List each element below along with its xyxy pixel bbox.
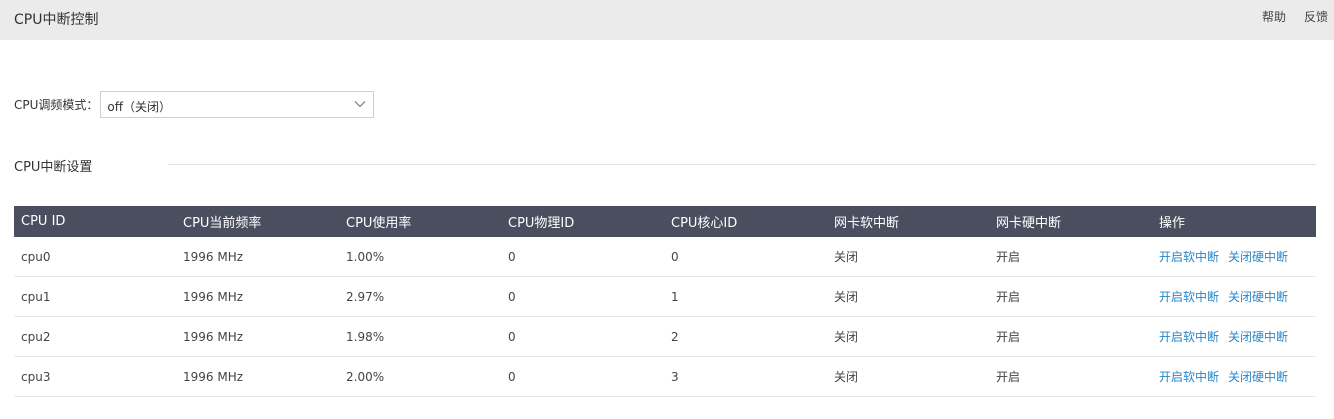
disable-hard-irq-link[interactable]: 关闭硬中断 — [1228, 290, 1288, 304]
frequency-cell: 1996 MHz — [176, 237, 339, 277]
actions-cell: 开启软中断 关闭硬中断 — [1152, 316, 1316, 357]
cpu-id-cell: cpu0 — [14, 237, 176, 277]
top-bar: CPU中断控制 帮助 反馈 — [0, 0, 1334, 40]
column-header: CPU核心ID — [664, 206, 827, 237]
frequency-cell: 1996 MHz — [176, 276, 339, 317]
core-id-cell: 2 — [664, 316, 827, 357]
table-header-row: CPU ID CPU当前频率 CPU使用率 CPU物理ID CPU核心ID 网卡… — [14, 206, 1316, 237]
cpu-id-cell: cpu3 — [14, 356, 176, 397]
soft-irq-status: 关闭 — [827, 237, 989, 277]
table-row: cpu0 1996 MHz 1.00% 0 0 关闭 开启 开启软中断 关闭硬中断 — [14, 237, 1316, 277]
cpu-id-cell: cpu1 — [14, 276, 176, 317]
soft-irq-status: 关闭 — [827, 356, 989, 397]
cpu-table: CPU ID CPU当前频率 CPU使用率 CPU物理ID CPU核心ID 网卡… — [14, 206, 1316, 397]
section-title: CPU中断设置 — [14, 160, 93, 175]
cpu-mode-row: CPU调频模式： off（关闭） — [14, 90, 375, 118]
physical-id-cell: 0 — [501, 316, 664, 357]
cpu-mode-select[interactable]: off（关闭） — [100, 90, 375, 118]
core-id-cell: 3 — [664, 356, 827, 397]
physical-id-cell: 0 — [501, 356, 664, 397]
core-id-cell: 0 — [664, 237, 827, 277]
frequency-cell: 1996 MHz — [176, 356, 339, 397]
frequency-cell: 1996 MHz — [176, 316, 339, 357]
disable-hard-irq-link[interactable]: 关闭硬中断 — [1228, 330, 1288, 344]
hard-irq-status: 开启 — [989, 316, 1152, 357]
feedback-link[interactable]: 反馈 — [1304, 8, 1328, 25]
usage-cell: 1.98% — [339, 316, 501, 357]
hard-irq-status: 开启 — [989, 276, 1152, 317]
table-row: cpu1 1996 MHz 2.97% 0 1 关闭 开启 开启软中断 关闭硬中断 — [14, 276, 1316, 317]
soft-irq-status: 关闭 — [827, 276, 989, 317]
physical-id-cell: 0 — [501, 276, 664, 317]
cpu-mode-label: CPU调频模式： — [14, 97, 99, 112]
chevron-down-icon — [354, 100, 366, 107]
usage-cell: 1.00% — [339, 237, 501, 277]
cpu-id-cell: cpu2 — [14, 316, 176, 357]
actions-cell: 开启软中断 关闭硬中断 — [1152, 356, 1316, 397]
usage-cell: 2.97% — [339, 276, 501, 317]
cpu-mode-value: off（关闭） — [107, 99, 172, 114]
hard-irq-status: 开启 — [989, 237, 1152, 277]
enable-soft-irq-link[interactable]: 开启软中断 — [1159, 370, 1219, 384]
section-header: CPU中断设置 — [14, 154, 1316, 175]
actions-cell: 开启软中断 关闭硬中断 — [1152, 237, 1316, 277]
hard-irq-status: 开启 — [989, 356, 1152, 397]
column-header: CPU当前频率 — [176, 206, 339, 237]
physical-id-cell: 0 — [501, 237, 664, 277]
actions-cell: 开启软中断 关闭硬中断 — [1152, 276, 1316, 317]
column-header: 网卡硬中断 — [989, 206, 1152, 237]
table-row: cpu3 1996 MHz 2.00% 0 3 关闭 开启 开启软中断 关闭硬中断 — [14, 356, 1316, 397]
disable-hard-irq-link[interactable]: 关闭硬中断 — [1228, 250, 1288, 264]
enable-soft-irq-link[interactable]: 开启软中断 — [1159, 330, 1219, 344]
section-divider — [168, 164, 1316, 165]
usage-cell: 2.00% — [339, 356, 501, 397]
table-row: cpu2 1996 MHz 1.98% 0 2 关闭 开启 开启软中断 关闭硬中断 — [14, 316, 1316, 357]
soft-irq-status: 关闭 — [827, 316, 989, 357]
column-header: CPU使用率 — [339, 206, 501, 237]
column-header: CPU ID — [14, 206, 176, 237]
column-header: CPU物理ID — [501, 206, 664, 237]
column-header: 网卡软中断 — [827, 206, 989, 237]
column-header: 操作 — [1152, 206, 1316, 237]
help-link[interactable]: 帮助 — [1262, 8, 1286, 25]
disable-hard-irq-link[interactable]: 关闭硬中断 — [1228, 370, 1288, 384]
enable-soft-irq-link[interactable]: 开启软中断 — [1159, 250, 1219, 264]
page-title: CPU中断控制 — [14, 12, 99, 28]
core-id-cell: 1 — [664, 276, 827, 317]
header-links: 帮助 反馈 — [1262, 8, 1328, 25]
enable-soft-irq-link[interactable]: 开启软中断 — [1159, 290, 1219, 304]
